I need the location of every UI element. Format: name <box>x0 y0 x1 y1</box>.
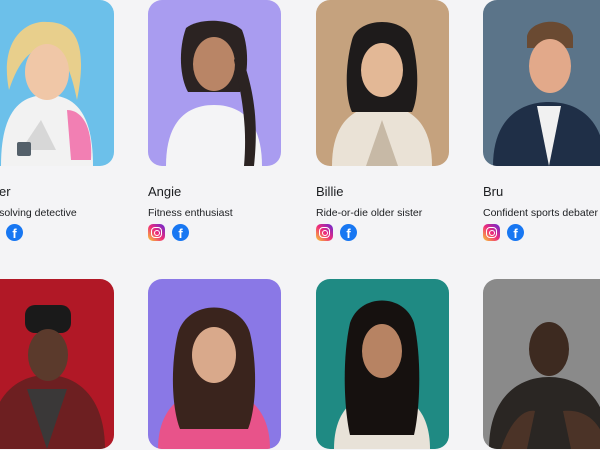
character-photo[interactable] <box>316 279 449 449</box>
character-card-angie[interactable]: Angie Fitness enthusiast f <box>148 0 281 241</box>
character-description: Fitness enthusiast <box>148 207 233 219</box>
character-card-row2-1[interactable] <box>0 279 114 449</box>
character-description: Confident sports debater <box>483 207 598 219</box>
character-card-row2-3[interactable] <box>316 279 449 449</box>
facebook-icon[interactable]: f <box>340 224 357 241</box>
character-photo[interactable] <box>0 0 114 166</box>
social-links: f <box>483 224 524 241</box>
character-name: Bru <box>483 184 504 199</box>
character-description: me-solving detective <box>0 207 77 219</box>
facebook-icon[interactable]: f <box>172 224 189 241</box>
character-name: Billie <box>316 184 344 199</box>
portrait-blonde-detective <box>0 0 114 166</box>
character-card-billie[interactable]: Billie Ride-or-die older sister f <box>316 0 449 241</box>
portrait-billie <box>316 0 449 166</box>
social-links: f <box>316 224 357 241</box>
facebook-icon[interactable]: f <box>6 224 23 241</box>
portrait-red-background <box>0 279 114 449</box>
character-card-row2-4[interactable] <box>483 279 600 449</box>
character-photo[interactable] <box>148 0 281 166</box>
character-photo[interactable] <box>316 0 449 166</box>
portrait-grey-background <box>483 279 600 449</box>
portrait-bru <box>483 0 600 166</box>
character-photo[interactable] <box>0 279 114 449</box>
character-name: Angie <box>148 184 182 199</box>
character-card-bru[interactable]: Bru Confident sports debater f <box>483 0 600 241</box>
social-links: f <box>148 224 189 241</box>
character-photo[interactable] <box>148 279 281 449</box>
character-name: mber <box>0 184 11 199</box>
character-card-row2-2[interactable] <box>148 279 281 449</box>
character-card-mber[interactable]: mber me-solving detective f <box>0 0 114 241</box>
portrait-angie <box>148 0 281 166</box>
character-photo[interactable] <box>483 0 600 166</box>
instagram-icon[interactable] <box>316 224 333 241</box>
character-description: Ride-or-die older sister <box>316 207 423 219</box>
social-links: f <box>6 224 23 241</box>
character-photo[interactable] <box>483 279 600 449</box>
portrait-purple-background <box>148 279 281 449</box>
instagram-icon[interactable] <box>483 224 500 241</box>
facebook-icon[interactable]: f <box>507 224 524 241</box>
instagram-icon[interactable] <box>148 224 165 241</box>
portrait-teal-background <box>316 279 449 449</box>
